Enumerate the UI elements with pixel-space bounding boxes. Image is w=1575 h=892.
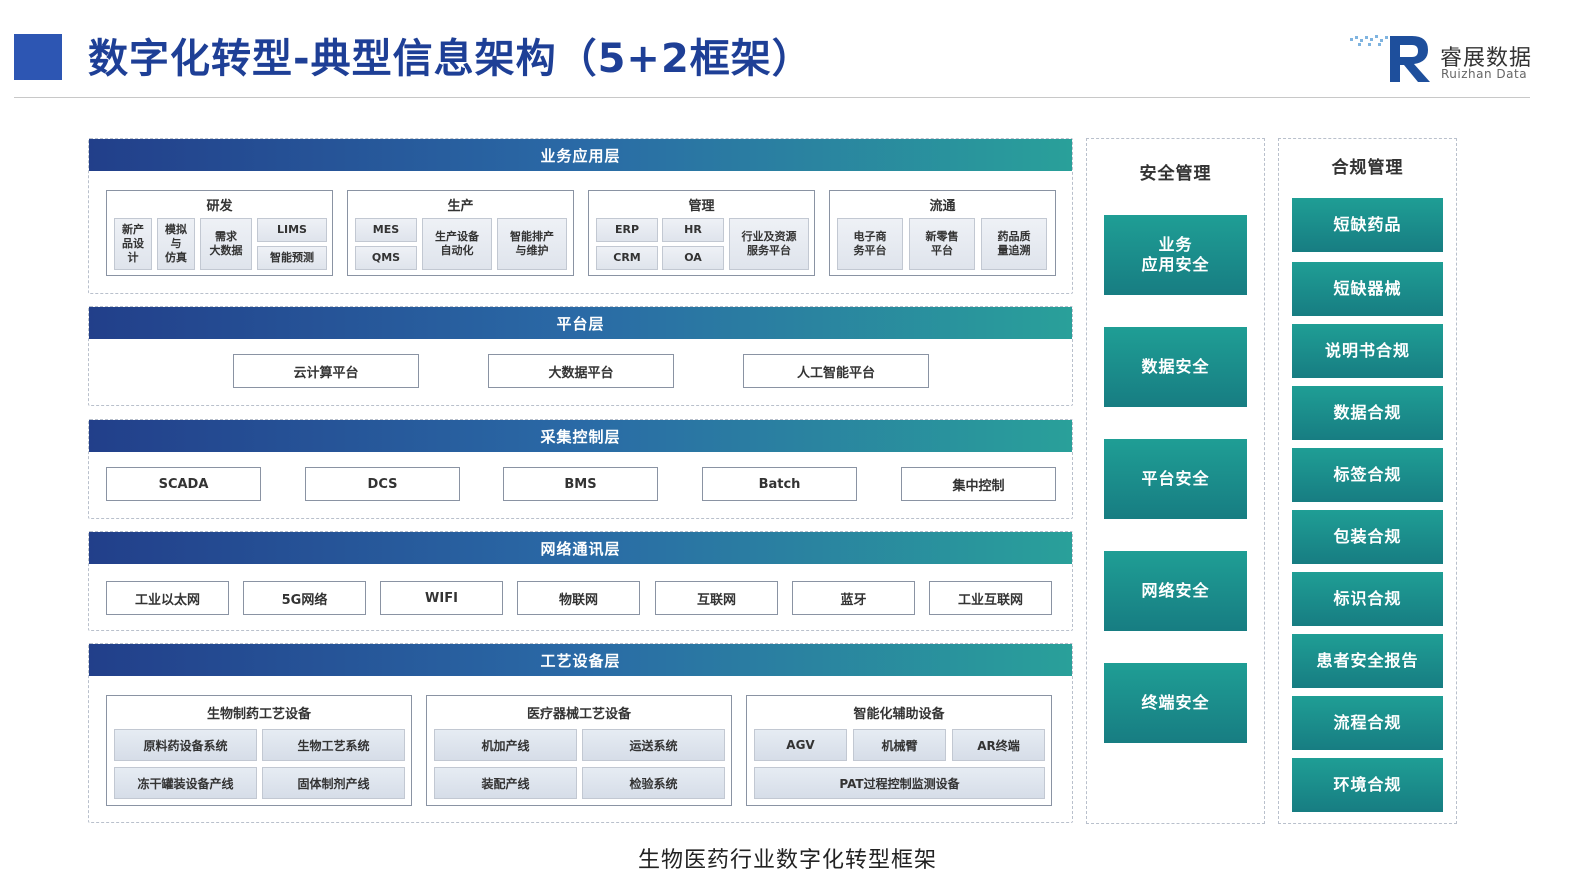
network-layer-title: 网络通讯层 [89, 532, 1072, 564]
module-lims: LIMS [257, 218, 327, 242]
internet-box: 互联网 [655, 581, 778, 615]
compliance-process: 流程合规 [1292, 696, 1443, 750]
medical-device-equipment-title: 医疗器械工艺设备 [526, 707, 631, 722]
network-layer: 网络通讯层 工业以太网 5G网络 WIFI 物联网 互联网 蓝牙 工业互联网 [88, 531, 1073, 631]
security-management-title: 安全管理 [1139, 164, 1212, 184]
compliance-shortage-devices: 短缺器械 [1292, 262, 1443, 316]
management-group: 管理 ERP CRM HR OA 行业及资源 服务平台 [588, 190, 815, 276]
bms-box: BMS [503, 467, 658, 501]
compliance-labels: 标签合规 [1292, 448, 1443, 502]
scada-box: SCADA [106, 467, 261, 501]
bioprocess-system: 生物工艺系统 [262, 729, 405, 761]
module-erp: ERP [596, 218, 658, 242]
ai-platform: 人工智能平台 [743, 354, 929, 388]
equipment-layer: 工艺设备层 生物制药工艺设备 原料药设备系统 生物工艺系统 冻干罐装设备产线 固… [88, 643, 1073, 823]
big-data-platform: 大数据平台 [488, 354, 674, 388]
production-group-title: 生产 [447, 199, 474, 214]
bluetooth-box: 蓝牙 [792, 581, 915, 615]
compliance-identification: 标识合规 [1292, 572, 1443, 626]
page-title: 数字化转型-典型信息架构（5+2框架） [88, 36, 813, 82]
rnd-group: 研发 新产 品设 计 模拟 与 仿真 需求 大数据 LIMS 智能预测 [106, 190, 333, 276]
agv-box: AGV [754, 729, 847, 761]
compliance-patient-safety-report: 患者安全报告 [1292, 634, 1443, 688]
business-app-security: 业务 应用安全 [1104, 215, 1247, 295]
module-qms: QMS [355, 246, 417, 270]
business-layer-title: 业务应用层 [89, 139, 1072, 171]
control-layer-title: 采集控制层 [89, 420, 1072, 452]
data-security: 数据安全 [1104, 327, 1247, 407]
wifi-box: WIFI [380, 581, 503, 615]
freeze-dry-filling-line: 冻干罐装设备产线 [114, 767, 257, 799]
module-hr: HR [662, 218, 724, 242]
solid-dosage-line: 固体制剂产线 [262, 767, 405, 799]
module-smart-forecast: 智能预测 [257, 246, 327, 270]
module-equipment-automation: 生产设备 自动化 [422, 218, 492, 270]
terminal-security: 终端安全 [1104, 663, 1247, 743]
biopharma-equipment-group: 生物制药工艺设备 原料药设备系统 生物工艺系统 冻干罐装设备产线 固体制剂产线 [106, 695, 412, 806]
smart-auxiliary-equipment-group: 智能化辅助设备 AGV 机械臂 AR终端 PAT过程控制监测设备 [746, 695, 1052, 806]
compliance-environment: 环境合规 [1292, 758, 1443, 812]
pat-monitoring-equipment: PAT过程控制监测设备 [754, 767, 1045, 799]
logo-english-name: Ruizhan Data [1441, 67, 1528, 81]
compliance-data: 数据合规 [1292, 386, 1443, 440]
compliance-instructions: 说明书合规 [1292, 324, 1443, 378]
compliance-management-column: 合规管理 短缺药品 短缺器械 说明书合规 数据合规 标签合规 包装合规 标识合规… [1278, 138, 1457, 824]
figure-caption: 生物医药行业数字化转型框架 [637, 848, 937, 873]
module-ecommerce-platform: 电子商 务平台 [837, 218, 903, 270]
central-control-box: 集中控制 [901, 467, 1056, 501]
platform-security: 平台安全 [1104, 439, 1247, 519]
module-drug-quality-traceability: 药品质 量追溯 [981, 218, 1047, 270]
conveying-system: 运送系统 [582, 729, 725, 761]
business-layer: 业务应用层 研发 新产 品设 计 模拟 与 仿真 需求 大数据 LIMS 智能预… [88, 138, 1073, 294]
management-group-title: 管理 [688, 199, 715, 214]
platform-layer: 平台层 云计算平台 大数据平台 人工智能平台 [88, 306, 1073, 406]
platform-layer-title: 平台层 [89, 307, 1072, 339]
rnd-group-title: 研发 [206, 199, 233, 214]
module-new-retail-platform: 新零售 平台 [909, 218, 975, 270]
medical-device-equipment-group: 医疗器械工艺设备 机加产线 运送系统 装配产线 检验系统 [426, 695, 732, 806]
inspection-system: 检验系统 [582, 767, 725, 799]
module-mes: MES [355, 218, 417, 242]
module-new-product-design: 新产 品设 计 [114, 218, 152, 270]
equipment-layer-title: 工艺设备层 [89, 644, 1072, 676]
ar-terminal-box: AR终端 [952, 729, 1045, 761]
circulation-group: 流通 电子商 务平台 新零售 平台 药品质 量追溯 [829, 190, 1056, 276]
production-group: 生产 MES QMS 生产设备 自动化 智能排产 与维护 [347, 190, 574, 276]
batch-box: Batch [702, 467, 857, 501]
header-square-icon [14, 34, 62, 80]
smart-auxiliary-equipment-title: 智能化辅助设备 [853, 707, 945, 722]
circulation-group-title: 流通 [929, 199, 956, 214]
cloud-computing-platform: 云计算平台 [233, 354, 419, 388]
module-simulation: 模拟 与 仿真 [157, 218, 195, 270]
header-divider [14, 97, 1530, 98]
biopharma-equipment-title: 生物制药工艺设备 [206, 707, 311, 722]
module-oa: OA [662, 246, 724, 270]
industrial-internet-box: 工业互联网 [929, 581, 1052, 615]
compliance-shortage-drugs: 短缺药品 [1292, 198, 1443, 252]
iot-box: 物联网 [517, 581, 640, 615]
machining-line: 机加产线 [434, 729, 577, 761]
ruizhan-logo-icon [1350, 35, 1430, 82]
compliance-packaging: 包装合规 [1292, 510, 1443, 564]
assembly-line: 装配产线 [434, 767, 577, 799]
api-equipment-system: 原料药设备系统 [114, 729, 257, 761]
control-layer: 采集控制层 SCADA DCS BMS Batch 集中控制 [88, 419, 1073, 519]
robot-arm-box: 机械臂 [853, 729, 946, 761]
security-management-column: 安全管理 业务 应用安全 数据安全 平台安全 网络安全 终端安全 [1086, 138, 1265, 824]
module-smart-scheduling: 智能排产 与维护 [497, 218, 567, 270]
industrial-ethernet-box: 工业以太网 [106, 581, 229, 615]
module-crm: CRM [596, 246, 658, 270]
module-demand-big-data: 需求 大数据 [200, 218, 252, 270]
5g-network-box: 5G网络 [243, 581, 366, 615]
compliance-management-title: 合规管理 [1331, 158, 1404, 178]
dcs-box: DCS [305, 467, 460, 501]
network-security: 网络安全 [1104, 551, 1247, 631]
module-industry-resource-platform: 行业及资源 服务平台 [729, 218, 809, 270]
